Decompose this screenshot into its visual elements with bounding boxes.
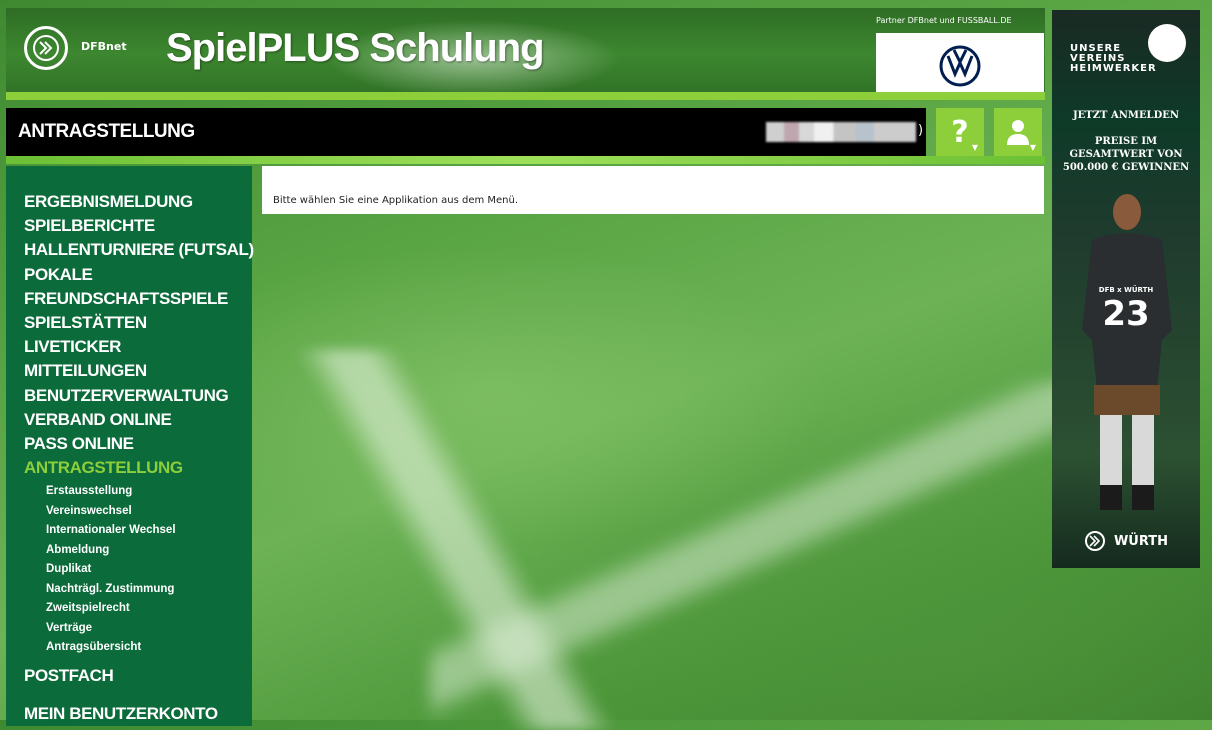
sidebar-item-mein-benutzerkonto[interactable]: MEIN BENUTZERKONTO	[24, 702, 252, 726]
chevron-down-icon: ▼	[1029, 143, 1036, 152]
sidebar-submenu: Erstausstellung Vereinswechsel Internati…	[24, 482, 252, 658]
ad-logo-line: HEIMWERKER	[1070, 63, 1157, 74]
ad-footer-logos: WÜRTH	[1052, 530, 1200, 552]
dfb-logo-icon	[1084, 531, 1105, 551]
submenu-item-erstausstellung[interactable]: Erstausstellung	[46, 482, 252, 502]
submenu-item-vereinswechsel[interactable]: Vereinswechsel	[46, 502, 252, 522]
pitch-line-decoration	[430, 380, 1070, 720]
sidebar-item-antragstellung[interactable]: ANTRAGSTELLUNG	[24, 456, 252, 480]
sidebar-item-postfach[interactable]: POSTFACH	[24, 664, 252, 688]
submenu-item-internationaler-wechsel[interactable]: Internationaler Wechsel	[46, 521, 252, 541]
sidebar-item-liveticker[interactable]: LIVETICKER	[24, 335, 252, 359]
ad-cta-line: 500.000 € GEWINNEN	[1062, 162, 1190, 173]
chevron-down-icon: ▼	[971, 143, 978, 152]
submenu-item-antragsuebersicht[interactable]: Antragsübersicht	[46, 638, 252, 658]
ad-campaign-logo: UNSERE VEREINS HEIMWERKER	[1070, 44, 1157, 74]
wuerth-brand: WÜRTH	[1113, 533, 1169, 549]
header-banner: DFBnet SpielPLUS Schulung Partner DFBnet…	[6, 8, 1045, 100]
ad-cta-signup: JETZT ANMELDEN	[1072, 110, 1180, 121]
sidebar-item-mitteilungen[interactable]: MITTEILUNGEN	[24, 359, 252, 383]
submenu-item-zweitspielrecht[interactable]: Zweitspielrecht	[46, 599, 252, 619]
advertisement-banner[interactable]: UNSERE VEREINS HEIMWERKER JETZT ANMELDEN…	[1052, 10, 1200, 568]
sidebar-item-hallenturniere[interactable]: HALLENTURNIERE (FUTSAL)	[24, 238, 254, 262]
info-message: Bitte wählen Sie eine Applikation aus de…	[273, 195, 519, 206]
sidebar-item-pokale[interactable]: POKALE	[24, 263, 252, 287]
shirt-text: DFB x WÜRTH	[1098, 286, 1154, 294]
help-icon: ?	[951, 114, 969, 150]
main-content-panel: Bitte wählen Sie eine Applikation aus de…	[262, 166, 1044, 214]
dfb-logo-icon[interactable]	[24, 26, 68, 70]
user-icon	[1007, 120, 1029, 145]
sidebar-item-spielstaetten[interactable]: SPIELSTÄTTEN	[24, 311, 252, 335]
user-name-redacted	[766, 122, 916, 142]
sidebar-nav: ERGEBNISMELDUNG SPIELBERICHTE HALLENTURN…	[6, 166, 254, 726]
help-button[interactable]: ? ▼	[936, 108, 984, 156]
app-title: SpielPLUS Schulung	[166, 26, 545, 70]
page-title: ANTRAGSTELLUNG	[18, 121, 195, 142]
ad-cta-line: PREISE IM	[1094, 136, 1158, 147]
titlebar-divider	[6, 156, 1045, 164]
dfb-label: DFBnet	[81, 40, 127, 53]
partner-text: Partner DFBnet und FUSSBALL.DE	[876, 16, 1012, 25]
submenu-item-abmeldung[interactable]: Abmeldung	[46, 541, 252, 561]
football-icon	[1148, 24, 1186, 62]
sidebar-item-verband-online[interactable]: VERBAND ONLINE	[24, 408, 252, 432]
user-menu-button[interactable]: ▼	[994, 108, 1042, 156]
shirt-number: 23	[1102, 294, 1150, 334]
sidebar-item-freundschaftsspiele[interactable]: FREUNDSCHAFTSSPIELE	[24, 287, 252, 311]
user-suffix: )	[918, 123, 924, 138]
submenu-item-duplikat[interactable]: Duplikat	[46, 560, 252, 580]
submenu-item-nachtraegl-zustimmung[interactable]: Nachträgl. Zustimmung	[46, 580, 252, 600]
sidebar-item-ergebnismeldung[interactable]: ERGEBNISMELDUNG	[24, 190, 252, 214]
submenu-item-vertraege[interactable]: Verträge	[46, 619, 252, 639]
sidebar-item-pass-online[interactable]: PASS ONLINE	[24, 432, 252, 456]
vw-partner-logo[interactable]	[876, 33, 1044, 98]
sidebar-item-spielberichte[interactable]: SPIELBERICHTE	[24, 214, 252, 238]
vw-logo-icon	[939, 45, 981, 86]
sidebar-item-benutzerverwaltung[interactable]: BENUTZERVERWALTUNG	[24, 384, 252, 408]
ad-cta-line: GESAMTWERT VON	[1069, 149, 1183, 160]
player-image	[1072, 190, 1182, 510]
page-titlebar: ANTRAGSTELLUNG )	[6, 108, 926, 156]
